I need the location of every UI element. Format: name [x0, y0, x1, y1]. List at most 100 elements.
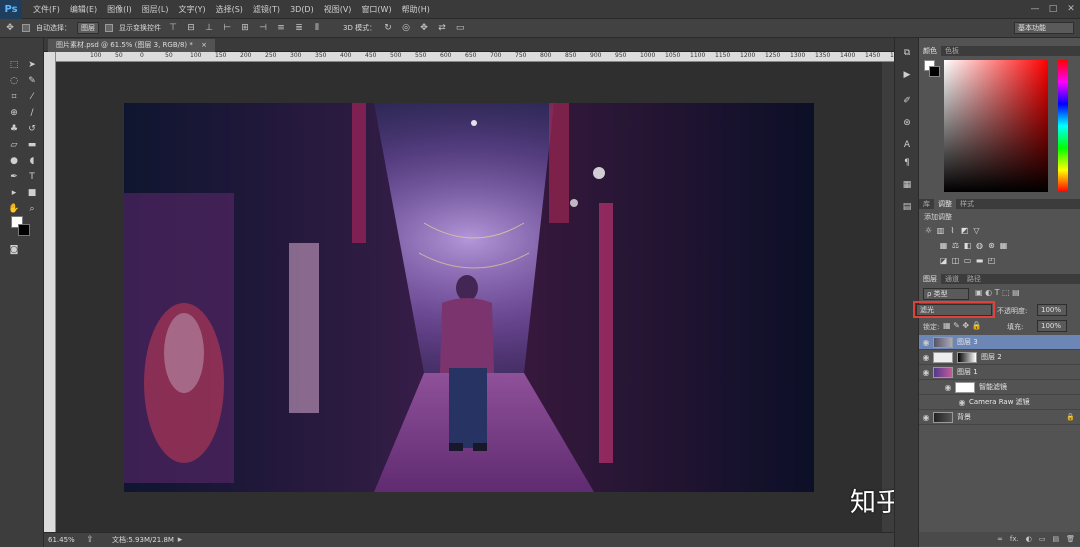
expand-arrow-icon[interactable]: ▸	[174, 534, 186, 546]
tab-channels[interactable]: 通道	[941, 274, 963, 284]
clone-source-icon[interactable]: ⊛	[899, 116, 915, 130]
menu-file[interactable]: 文件(F)	[28, 0, 65, 19]
visibility-eye-icon[interactable]: ◉	[955, 398, 969, 407]
align-top-icon[interactable]: ⊤	[167, 22, 179, 34]
menu-layer[interactable]: 图层(L)	[137, 0, 174, 19]
color-balance-icon[interactable]: ⚖	[951, 241, 960, 250]
tab-layers[interactable]: 图层	[919, 274, 941, 284]
levels-icon[interactable]: ▥	[936, 226, 945, 235]
hand-tool-icon[interactable]: ✋	[6, 202, 22, 216]
minimize-button[interactable]: —	[1026, 4, 1044, 14]
marquee-tool-icon[interactable]: ⬚	[6, 58, 22, 72]
invert-icon[interactable]: ◪	[939, 256, 948, 265]
align-middle-icon[interactable]: ⊟	[185, 22, 197, 34]
history-panel-icon[interactable]: ⧉	[899, 46, 915, 60]
quick-select-tool-icon[interactable]: ✎	[24, 74, 40, 88]
visibility-eye-icon[interactable]: ◉	[919, 338, 933, 347]
auto-select-checkbox[interactable]	[22, 24, 30, 32]
3d-scale-icon[interactable]: ▭	[454, 22, 466, 34]
lock-icons[interactable]: ▦ ✎ ✥ 🔒	[943, 321, 982, 330]
brightness-icon[interactable]: ☼	[924, 226, 933, 235]
3d-roll-icon[interactable]: ◎	[400, 22, 412, 34]
healing-tool-icon[interactable]: ⊕	[6, 106, 22, 120]
vibrance-icon[interactable]: ▽	[972, 226, 981, 235]
lasso-tool-icon[interactable]: ◌	[6, 74, 22, 88]
pen-tool-icon[interactable]: ✒	[6, 170, 22, 184]
gradient-map-icon[interactable]: ▬	[975, 256, 984, 265]
threshold-icon[interactable]: ▭	[963, 256, 972, 265]
smart-filter-row[interactable]: ◉ 智能滤镜	[919, 380, 1080, 395]
document-image[interactable]	[124, 103, 814, 492]
align-bottom-icon[interactable]: ⊥	[203, 22, 215, 34]
background-color-swatch[interactable]	[18, 224, 30, 236]
menu-window[interactable]: 窗口(W)	[356, 0, 396, 19]
tab-paths[interactable]: 路径	[963, 274, 985, 284]
actions-panel-icon[interactable]: ▶	[899, 68, 915, 82]
3d-slide-icon[interactable]: ⇄	[436, 22, 448, 34]
show-transform-checkbox[interactable]	[105, 24, 113, 32]
align-center-icon[interactable]: ⊞	[239, 22, 251, 34]
visibility-eye-icon[interactable]: ◉	[941, 383, 955, 392]
auto-select-dropdown[interactable]: 图层	[77, 22, 99, 34]
eraser-tool-icon[interactable]: ▱	[6, 138, 22, 152]
brush-tool-icon[interactable]: ∕	[24, 106, 40, 120]
menu-view[interactable]: 视图(V)	[319, 0, 357, 19]
move-tool-icon[interactable]: ➤	[24, 58, 40, 72]
camera-raw-filter-row[interactable]: ◉ Camera Raw 滤镜	[919, 395, 1080, 410]
info-panel-icon[interactable]: ▦	[899, 178, 915, 192]
crop-tool-icon[interactable]: ⌗	[6, 90, 22, 104]
bw-icon[interactable]: ◧	[963, 241, 972, 250]
tab-adjustments[interactable]: 调整	[934, 199, 956, 209]
zoom-tool-icon[interactable]: ⌕	[24, 202, 40, 216]
layer-row-3[interactable]: ◉ 图层 3	[919, 335, 1080, 350]
exposure-icon[interactable]: ◩	[960, 226, 969, 235]
blend-mode-dropdown[interactable]: 滤光	[916, 304, 992, 316]
distribute-horizontal-icon[interactable]: ⦀	[311, 22, 323, 34]
tab-swatches[interactable]: 色板	[941, 46, 963, 56]
hue-slider[interactable]	[1058, 60, 1068, 192]
menu-3d[interactable]: 3D(D)	[285, 0, 319, 19]
eyedropper-tool-icon[interactable]: ⁄	[24, 90, 40, 104]
hue-sat-icon[interactable]: ▦	[939, 241, 948, 250]
document-tab[interactable]: 图片素材.psd @ 61.5% (图层 3, RGB/8) * ×	[48, 39, 215, 52]
character-panel-icon[interactable]: A	[899, 138, 915, 152]
channel-mixer-icon[interactable]: ⊛	[987, 241, 996, 250]
maximize-button[interactable]: □	[1044, 4, 1062, 14]
3d-pan-icon[interactable]: ✥	[418, 22, 430, 34]
layer-row-1[interactable]: ◉ 图层 1	[919, 365, 1080, 380]
filter-icons[interactable]: ▣ ◐ T ⬚ ▤	[975, 288, 1020, 297]
distribute-icon[interactable]: ≡	[275, 22, 287, 34]
brush-panel-icon[interactable]: ✐	[899, 94, 915, 108]
dodge-tool-icon[interactable]: ◖	[24, 154, 40, 168]
paragraph-panel-icon[interactable]: ¶	[899, 156, 915, 170]
color-background-swatch[interactable]	[929, 66, 940, 77]
menu-filter[interactable]: 滤镜(T)	[248, 0, 285, 19]
close-tab-icon[interactable]: ×	[201, 41, 207, 49]
share-icon[interactable]: ⇪	[84, 534, 96, 546]
link-layers-icon[interactable]: ∞	[997, 535, 1003, 543]
menu-select[interactable]: 选择(S)	[211, 0, 248, 19]
adjustment-layer-icon[interactable]: ◐	[1026, 535, 1032, 543]
layer-style-icon[interactable]: fx.	[1010, 535, 1019, 543]
visibility-eye-icon[interactable]: ◉	[919, 353, 933, 362]
color-lookup-icon[interactable]: ▦	[999, 241, 1008, 250]
3d-rotate-icon[interactable]: ↻	[382, 22, 394, 34]
add-mask-icon[interactable]: ▭	[1039, 535, 1046, 543]
vertical-scrollbar[interactable]	[882, 62, 894, 532]
zoom-level[interactable]: 61.45%	[48, 536, 84, 544]
layer-filter-dropdown[interactable]: ρ 类型	[923, 288, 969, 300]
delete-layer-icon[interactable]: 🗑	[1066, 535, 1075, 543]
color-picker-field[interactable]	[944, 60, 1048, 192]
properties-panel-icon[interactable]: ▤	[899, 200, 915, 214]
visibility-eye-icon[interactable]: ◉	[919, 368, 933, 377]
menu-edit[interactable]: 编辑(E)	[65, 0, 102, 19]
workspace-dropdown[interactable]: 基本功能	[1014, 22, 1074, 34]
visibility-eye-icon[interactable]: ◉	[919, 413, 933, 422]
fill-input[interactable]: 100%	[1037, 320, 1067, 332]
shape-tool-icon[interactable]: ■	[24, 186, 40, 200]
new-layer-icon[interactable]: ▤	[1052, 535, 1059, 543]
align-right-icon[interactable]: ⊣	[257, 22, 269, 34]
curves-icon[interactable]: ⌇	[948, 226, 957, 235]
photo-filter-icon[interactable]: ◍	[975, 241, 984, 250]
path-select-tool-icon[interactable]: ▸	[6, 186, 22, 200]
